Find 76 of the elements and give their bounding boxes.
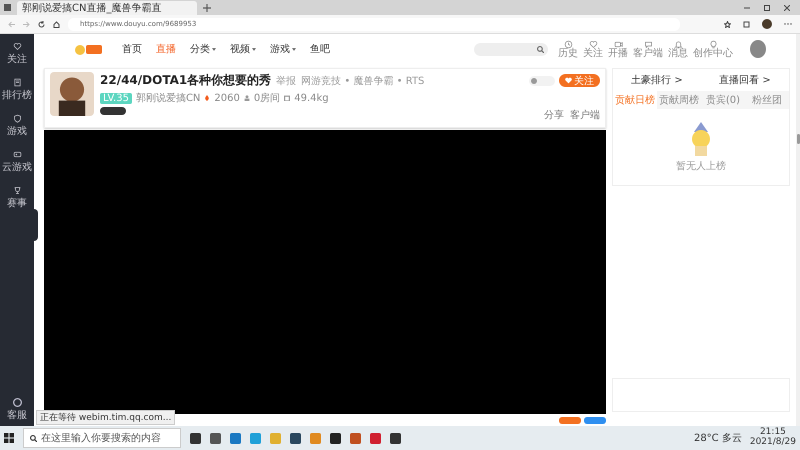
taskbar-clock[interactable]: 21:15 2021/8/29: [750, 428, 796, 448]
ranking-tab[interactable]: 粉丝团: [745, 91, 789, 109]
ranking-tab[interactable]: 贡献周榜: [657, 91, 701, 109]
sidebar-item[interactable]: 赛事: [7, 186, 27, 210]
heart-icon: [565, 77, 572, 84]
level-badge: LV.35: [100, 92, 132, 104]
clock-icon: [564, 40, 572, 48]
flame-icon: [204, 95, 210, 101]
nav-link[interactable]: 直播: [156, 42, 176, 56]
heat-count: 2060: [214, 92, 240, 104]
sidebar-item[interactable]: 客服: [7, 398, 27, 422]
reload-icon[interactable]: [38, 20, 45, 28]
gamepad-icon: [12, 150, 22, 159]
streamer-name[interactable]: 郭刚说爱搞CN: [136, 91, 200, 105]
search-field[interactable]: [474, 42, 548, 56]
toggle-switch[interactable]: [529, 76, 555, 86]
status-text: 正在等待 webim.tim.qq.com...: [36, 410, 176, 425]
empty-message: 暂无人上榜: [676, 160, 726, 172]
bell-icon: [674, 40, 682, 48]
minimize-icon[interactable]: [744, 4, 750, 10]
send-button[interactable]: [584, 416, 606, 424]
weather-text[interactable]: 28°C 多云: [694, 431, 742, 445]
ranking-tab[interactable]: 贵宾(0): [701, 91, 745, 109]
taskbar-app-icon[interactable]: [390, 432, 401, 444]
sidebar-item[interactable]: 排行榜: [2, 78, 32, 102]
sidebar-toggle[interactable]: [32, 209, 38, 241]
chat-icon: [644, 40, 652, 48]
client-link[interactable]: 客户端: [570, 108, 600, 122]
header-action[interactable]: 客户端: [633, 40, 663, 58]
header-action[interactable]: 开播: [608, 40, 628, 58]
gift-button[interactable]: [559, 416, 581, 424]
people-icon: [244, 95, 250, 101]
header-action[interactable]: 消息: [668, 40, 688, 58]
start-icon[interactable]: [4, 433, 14, 443]
nav-link[interactable]: 鱼吧: [310, 42, 330, 56]
close-icon[interactable]: [784, 4, 790, 10]
search-icon[interactable]: [537, 46, 544, 52]
new-tab-icon[interactable]: [203, 4, 211, 12]
trophy-icon: [12, 186, 22, 195]
nav-link[interactable]: 首页: [122, 42, 142, 56]
heart-icon: [588, 40, 598, 48]
nav-link[interactable]: 游戏: [270, 42, 296, 56]
taskbar-app-icon[interactable]: [190, 432, 201, 444]
sidebar-item[interactable]: 云游戏: [2, 150, 32, 174]
user-avatar[interactable]: [750, 40, 766, 58]
taskbar-app-icon[interactable]: [330, 432, 341, 444]
nav-link[interactable]: 视频: [230, 42, 256, 56]
ranking-link[interactable]: 土豪排行 >: [631, 73, 683, 87]
home-icon[interactable]: [53, 20, 60, 28]
browser-tab[interactable]: 郭刚说爱搞CN直播_魔兽争霸直: [17, 1, 197, 15]
list-icon: [12, 78, 22, 87]
camera-icon: [614, 40, 622, 48]
bulb-icon: [708, 40, 718, 48]
room-title: 22/44/DOTA1各种你想要的秀: [100, 72, 272, 89]
taskbar-search[interactable]: 在这里输入你要搜索的内容: [23, 428, 181, 448]
fan-badge: [100, 107, 126, 115]
sidebar-item[interactable]: 游戏: [7, 114, 27, 138]
weight-value: 49.4kg: [294, 92, 329, 104]
taskbar-app-icon[interactable]: [290, 432, 301, 444]
taskbar-app-icon[interactable]: [210, 432, 221, 444]
ranking-link[interactable]: 直播回看 >: [719, 73, 771, 87]
share-link[interactable]: 分享: [544, 108, 564, 122]
header-action[interactable]: 历史: [558, 40, 578, 58]
streamer-avatar: [50, 72, 94, 116]
header-action[interactable]: 创作中心: [693, 40, 733, 58]
logo-icon[interactable]: [74, 42, 104, 56]
restore-icon[interactable]: [764, 4, 770, 10]
shield-icon: [12, 114, 22, 123]
header-action[interactable]: 关注: [583, 40, 603, 58]
profile-avatar[interactable]: [762, 19, 772, 29]
favorite-icon[interactable]: [724, 20, 731, 28]
nav-link[interactable]: 分类: [190, 42, 216, 56]
room-count: 0房间: [254, 92, 280, 105]
sidebar-item[interactable]: 关注: [7, 42, 27, 66]
search-icon: [30, 434, 37, 442]
heart-icon: [12, 42, 22, 51]
